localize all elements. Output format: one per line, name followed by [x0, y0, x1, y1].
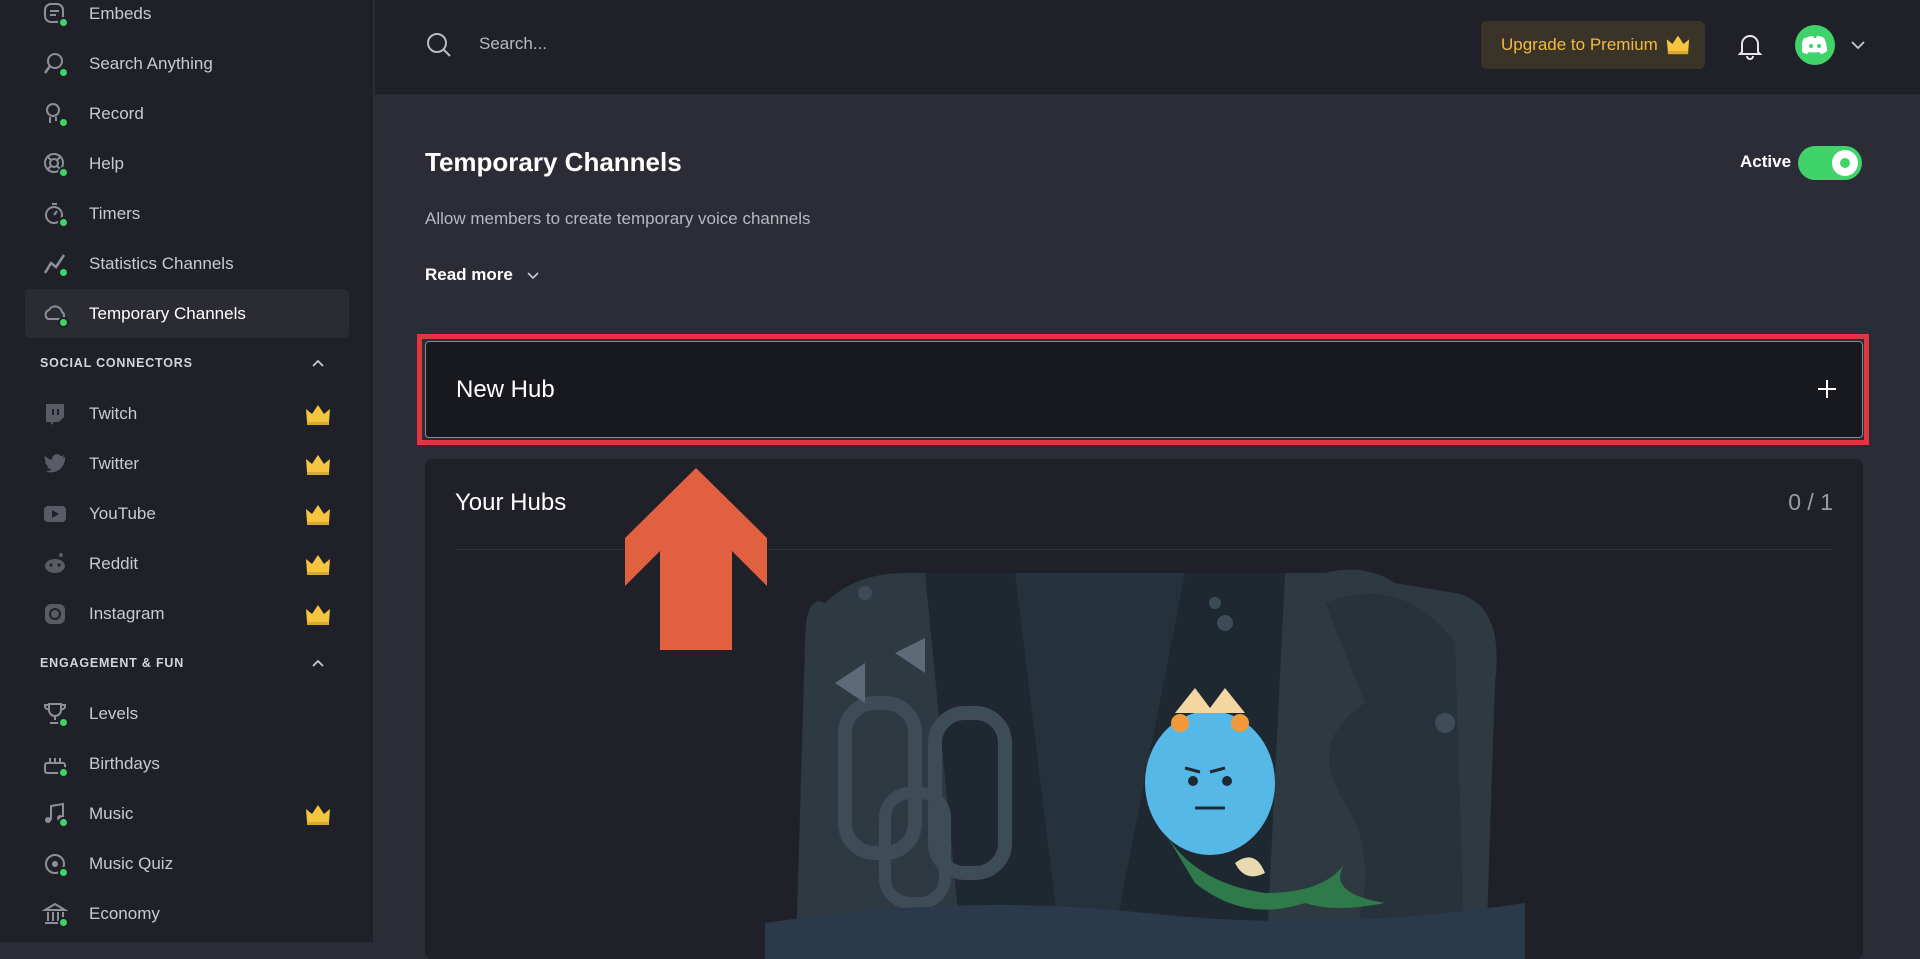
sidebar-item-levels[interactable]: Levels — [25, 689, 349, 738]
sidebar-item-label: Economy — [89, 903, 160, 923]
page-description: Allow members to create temporary voice … — [425, 209, 811, 228]
trophy-icon — [42, 701, 69, 728]
new-hub-label: New Hub — [456, 376, 555, 403]
sidebar-item-label: Help — [89, 153, 124, 173]
sidebar-item-economy[interactable]: Economy — [25, 889, 349, 938]
top-bar: Upgrade to Premium — [375, 0, 1920, 94]
plus-icon — [1818, 380, 1836, 398]
search-anything-icon — [42, 51, 69, 78]
search-input[interactable] — [479, 32, 1079, 56]
temporary-channels-icon — [42, 301, 69, 328]
twitch-icon — [42, 401, 68, 427]
section-label: ENGAGEMENT & FUN — [40, 656, 185, 670]
sidebar-item-music-quiz[interactable]: Music Quiz — [25, 839, 349, 888]
crown-icon — [306, 405, 330, 425]
sidebar-item-youtube[interactable]: YouTube — [25, 489, 349, 538]
sidebar-item-music[interactable]: Music — [25, 789, 349, 838]
sidebar-item-search-anything[interactable]: Search Anything — [25, 39, 349, 88]
read-more-label: Read more — [425, 265, 513, 284]
hubs-title: Your Hubs — [455, 489, 567, 516]
sidebar-item-label: Temporary Channels — [89, 303, 246, 323]
upgrade-label: Upgrade to Premium — [1501, 35, 1658, 54]
crown-icon — [306, 455, 330, 475]
crown-icon — [306, 505, 330, 525]
section-social-connectors[interactable]: SOCIAL CONNECTORS — [40, 353, 340, 373]
crown-icon — [306, 555, 330, 575]
sidebar-item-help[interactable]: Help — [25, 139, 349, 188]
discord-icon — [1802, 36, 1827, 54]
avatar[interactable] — [1795, 25, 1835, 65]
music-quiz-icon — [42, 851, 69, 878]
embeds-icon — [42, 1, 69, 28]
music-note-icon — [42, 801, 69, 828]
crown-icon — [1666, 35, 1690, 55]
sidebar-item-label: Record — [89, 103, 144, 123]
active-label: Active — [1740, 152, 1792, 171]
sidebar-item-label: Birthdays — [89, 753, 160, 773]
active-toggle[interactable] — [1798, 146, 1862, 180]
reddit-icon — [42, 551, 68, 577]
youtube-icon — [42, 501, 68, 527]
sidebar-item-label: Statistics Channels — [89, 253, 234, 273]
sidebar-item-twitch[interactable]: Twitch — [25, 389, 349, 438]
timer-icon — [42, 201, 69, 228]
sidebar-item-temporary-channels[interactable]: Temporary Channels — [25, 289, 349, 338]
sidebar-item-embeds[interactable]: Embeds — [25, 0, 349, 38]
help-icon — [42, 151, 69, 178]
statistics-icon — [42, 251, 69, 278]
sidebar-item-instagram[interactable]: Instagram — [25, 589, 349, 638]
read-more-button[interactable]: Read more — [425, 265, 541, 285]
record-icon — [42, 101, 69, 128]
sidebar-item-reddit[interactable]: Reddit — [25, 539, 349, 588]
crown-icon — [306, 805, 330, 825]
sidebar-item-label: Music — [89, 803, 134, 823]
crown-icon — [306, 605, 330, 625]
cake-icon — [42, 751, 69, 778]
upgrade-premium-button[interactable]: Upgrade to Premium — [1481, 21, 1705, 69]
empty-state-mermaid-illustration — [765, 569, 1525, 959]
sidebar-item-timers[interactable]: Timers — [25, 189, 349, 238]
sidebar-item-label: Levels — [89, 703, 139, 723]
sidebar-item-label: Reddit — [89, 553, 139, 573]
sidebar-item-twitter[interactable]: Twitter — [25, 439, 349, 488]
sidebar-item-label: YouTube — [89, 503, 156, 523]
chevron-down-icon[interactable] — [1849, 36, 1867, 54]
sidebar-item-label: Twitch — [89, 403, 138, 423]
sidebar-item-label: Timers — [89, 203, 141, 223]
instagram-icon — [42, 601, 68, 627]
bank-icon — [41, 901, 69, 928]
section-engagement-fun[interactable]: ENGAGEMENT & FUN — [40, 653, 340, 673]
chevron-up-icon[interactable] — [310, 655, 326, 671]
new-hub-button[interactable]: New Hub — [425, 341, 1863, 438]
chevron-down-icon — [527, 272, 539, 280]
sidebar-item-label: Music Quiz — [89, 853, 174, 873]
sidebar-item-label: Instagram — [89, 603, 165, 623]
twitter-icon — [42, 451, 68, 477]
section-label: SOCIAL CONNECTORS — [40, 356, 193, 370]
sidebar-item-label: Search Anything — [89, 53, 213, 73]
bell-icon[interactable] — [1737, 32, 1763, 60]
chevron-up-icon[interactable] — [310, 355, 326, 371]
sidebar-item-label: Embeds — [89, 3, 152, 23]
page-title: Temporary Channels — [425, 147, 682, 177]
annotation-arrow — [625, 468, 767, 650]
hubs-count: 0 / 1 — [1788, 489, 1833, 515]
sidebar: Embeds Search Anything Record Help Timer… — [0, 0, 374, 942]
search-icon[interactable] — [425, 31, 453, 59]
sidebar-item-label: Twitter — [89, 453, 140, 473]
sidebar-item-record[interactable]: Record — [25, 89, 349, 138]
sidebar-item-birthdays[interactable]: Birthdays — [25, 739, 349, 788]
main-content: Temporary Channels Active Allow members … — [375, 95, 1920, 959]
sidebar-item-statistics-channels[interactable]: Statistics Channels — [25, 239, 349, 288]
